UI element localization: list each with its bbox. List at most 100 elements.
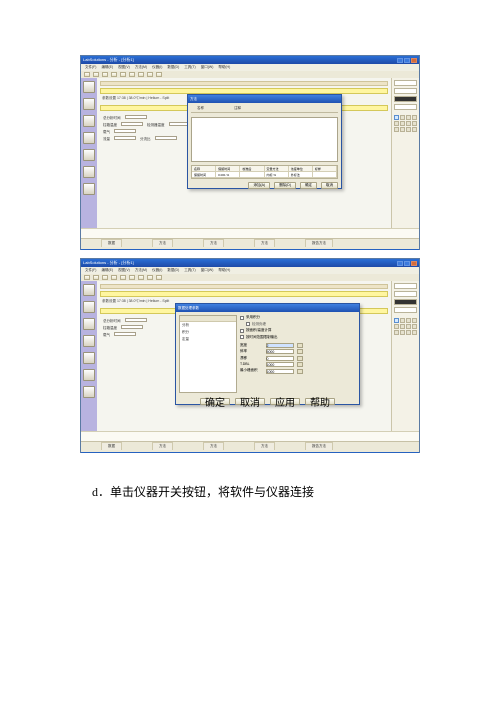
toolbar-button[interactable] [111,275,117,280]
sidebar-icon[interactable] [83,132,95,144]
menu-item[interactable]: 视图(V) [118,268,130,273]
palette-icon[interactable] [406,330,411,335]
sidebar-icon[interactable] [83,352,95,364]
menu-item[interactable]: 帮助(H) [218,65,230,70]
toolbar-button[interactable] [129,72,135,77]
close-icon[interactable] [411,58,417,63]
cancel-button[interactable]: 取消 [321,182,338,189]
palette-icon[interactable] [394,121,399,126]
field-input[interactable] [114,136,136,140]
menu-item[interactable]: 编辑(E) [101,65,113,70]
bottom-tab[interactable]: 方法 [254,442,275,450]
menu-item[interactable]: 窗口(W) [201,268,214,273]
palette-icon[interactable] [406,121,411,126]
toolbar-button[interactable] [111,72,117,77]
menu-item[interactable]: 方法(M) [135,65,147,70]
toolbar-button[interactable] [93,72,99,77]
palette-icon[interactable] [406,318,411,323]
sidebar-icon[interactable] [83,284,95,296]
palette-swatch[interactable] [394,96,417,102]
toolbar-button[interactable] [147,275,153,280]
field-input[interactable] [114,129,136,133]
field-input[interactable] [125,115,147,119]
number-input[interactable]: 2 [266,343,294,348]
menu-bar[interactable]: 文件(F) 编辑(E) 视图(V) 方法(M) 仪器(I) 数据(D) 工具(T… [81,267,419,274]
toolbar-button[interactable] [102,72,108,77]
table-cell[interactable] [313,172,337,178]
palette-swatch[interactable] [394,299,417,305]
bottom-tab[interactable]: 数据 [101,442,122,450]
field-input[interactable] [121,325,143,329]
ok-button[interactable]: 确定 [200,398,230,405]
palette-icon[interactable] [400,330,405,335]
palette-icon[interactable] [394,330,399,335]
palette-icon[interactable] [412,318,417,323]
help-button[interactable]: 帮助 [305,398,335,405]
minimize-icon[interactable] [397,58,403,63]
checkbox[interactable] [240,329,244,333]
menu-item[interactable]: 仪器(I) [152,268,162,273]
toolbar-button[interactable] [138,275,144,280]
tree-item[interactable]: 定量 [180,336,236,343]
number-input[interactable]: 5000 [266,349,294,354]
palette-icon[interactable] [400,127,405,132]
spinner-icon[interactable] [297,369,303,374]
checkbox[interactable] [240,335,244,339]
tree-item[interactable]: 积分 [180,329,236,336]
dialog-list[interactable] [191,117,338,162]
menu-item[interactable]: 方法(M) [135,268,147,273]
field-input[interactable] [155,136,177,140]
number-input[interactable]: 1000 [266,369,294,374]
bottom-tab[interactable]: 方法 [203,239,224,247]
palette-icon[interactable] [394,318,399,323]
palette-icon[interactable] [400,121,405,126]
toolbar-button[interactable] [120,275,126,280]
menu-item[interactable]: 文件(F) [85,268,96,273]
field-input[interactable] [125,318,147,322]
palette-icon[interactable] [394,127,399,132]
table-cell[interactable]: 保留时间 [192,172,216,178]
sidebar-icon[interactable] [83,335,95,347]
number-input[interactable]: 0 [266,356,294,361]
menu-item[interactable]: 数据(D) [167,268,179,273]
palette-swatch[interactable] [394,104,417,110]
table-cell[interactable]: 0.001 % [216,172,240,178]
palette-icon[interactable] [412,127,417,132]
spinner-icon[interactable] [297,349,303,354]
palette-icon[interactable] [394,115,399,120]
checkbox[interactable] [246,322,250,326]
palette-icon[interactable] [406,127,411,132]
palette-icon[interactable] [412,121,417,126]
table-cell[interactable] [240,172,264,178]
menu-item[interactable]: 帮助(H) [218,268,230,273]
spinner-icon[interactable] [297,356,303,361]
palette-icon[interactable] [400,318,405,323]
palette-swatch[interactable] [394,283,417,289]
bottom-tab[interactable]: 报告方法 [305,239,333,247]
sidebar-icon[interactable] [83,318,95,330]
palette-swatch[interactable] [394,307,417,313]
toolbar-button[interactable] [156,275,162,280]
maximize-icon[interactable] [404,58,410,63]
bottom-tab[interactable]: 方法 [152,239,173,247]
toolbar-button[interactable] [102,275,108,280]
sidebar-icon[interactable] [83,81,95,93]
palette-icon[interactable] [412,324,417,329]
sidebar-icon[interactable] [83,98,95,110]
palette-icon[interactable] [400,324,405,329]
field-input[interactable] [114,332,136,336]
bottom-tab[interactable]: 方法 [152,442,173,450]
table-cell[interactable]: 外标法 [289,172,313,178]
palette-icon[interactable] [400,115,405,120]
minimize-icon[interactable] [397,261,403,266]
sidebar-icon[interactable] [83,149,95,161]
toolbar-button[interactable] [147,72,153,77]
cancel-button[interactable]: 取消 [235,398,265,405]
menu-item[interactable]: 视图(V) [118,65,130,70]
sidebar-icon[interactable] [83,301,95,313]
dialog-nav-tree[interactable]: 分析 积分 定量 [179,315,237,393]
tree-item[interactable]: 分析 [180,322,236,329]
palette-swatch[interactable] [394,291,417,297]
palette-icon[interactable] [406,115,411,120]
apply-button[interactable]: 应用 [270,398,300,405]
